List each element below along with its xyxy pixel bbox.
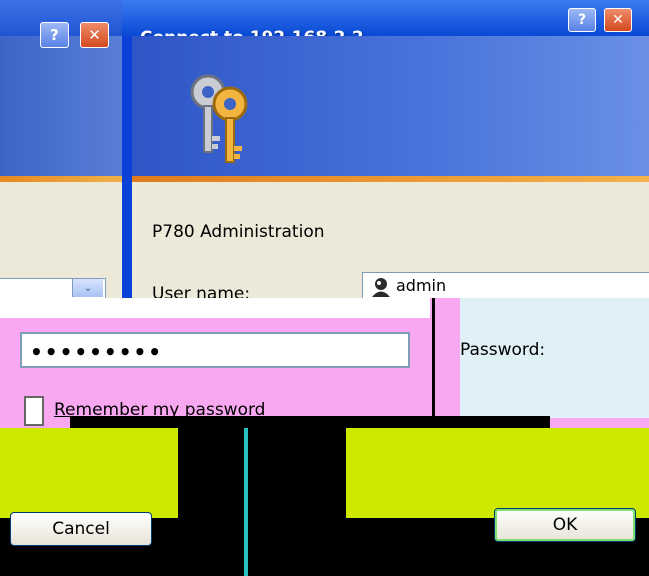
cancel-button[interactable]: Cancel	[10, 512, 152, 546]
password-value: •••••••••	[30, 340, 164, 364]
back-window-banner-line	[0, 176, 125, 182]
username-value: admin	[396, 276, 447, 295]
remember-password-checkbox[interactable]	[24, 396, 44, 426]
glitch-divider	[432, 298, 435, 416]
glitch-line-teal	[244, 428, 248, 576]
chevron-down-icon[interactable]: ⌄	[72, 279, 103, 297]
dialog-caption: P780 Administration	[152, 222, 325, 242]
back-window-banner	[0, 36, 125, 176]
user-icon	[372, 278, 390, 297]
glitch-block-black	[178, 428, 346, 576]
password-label: Password:	[460, 340, 546, 360]
help-icon[interactable]: ?	[40, 22, 69, 48]
ok-button[interactable]: OK	[494, 508, 636, 542]
keys-icon	[190, 74, 248, 163]
help-button[interactable]: ?	[568, 8, 596, 32]
glitch-strip	[70, 416, 550, 428]
close-icon[interactable]: ✕	[80, 22, 109, 48]
close-button[interactable]: ✕	[604, 8, 632, 32]
